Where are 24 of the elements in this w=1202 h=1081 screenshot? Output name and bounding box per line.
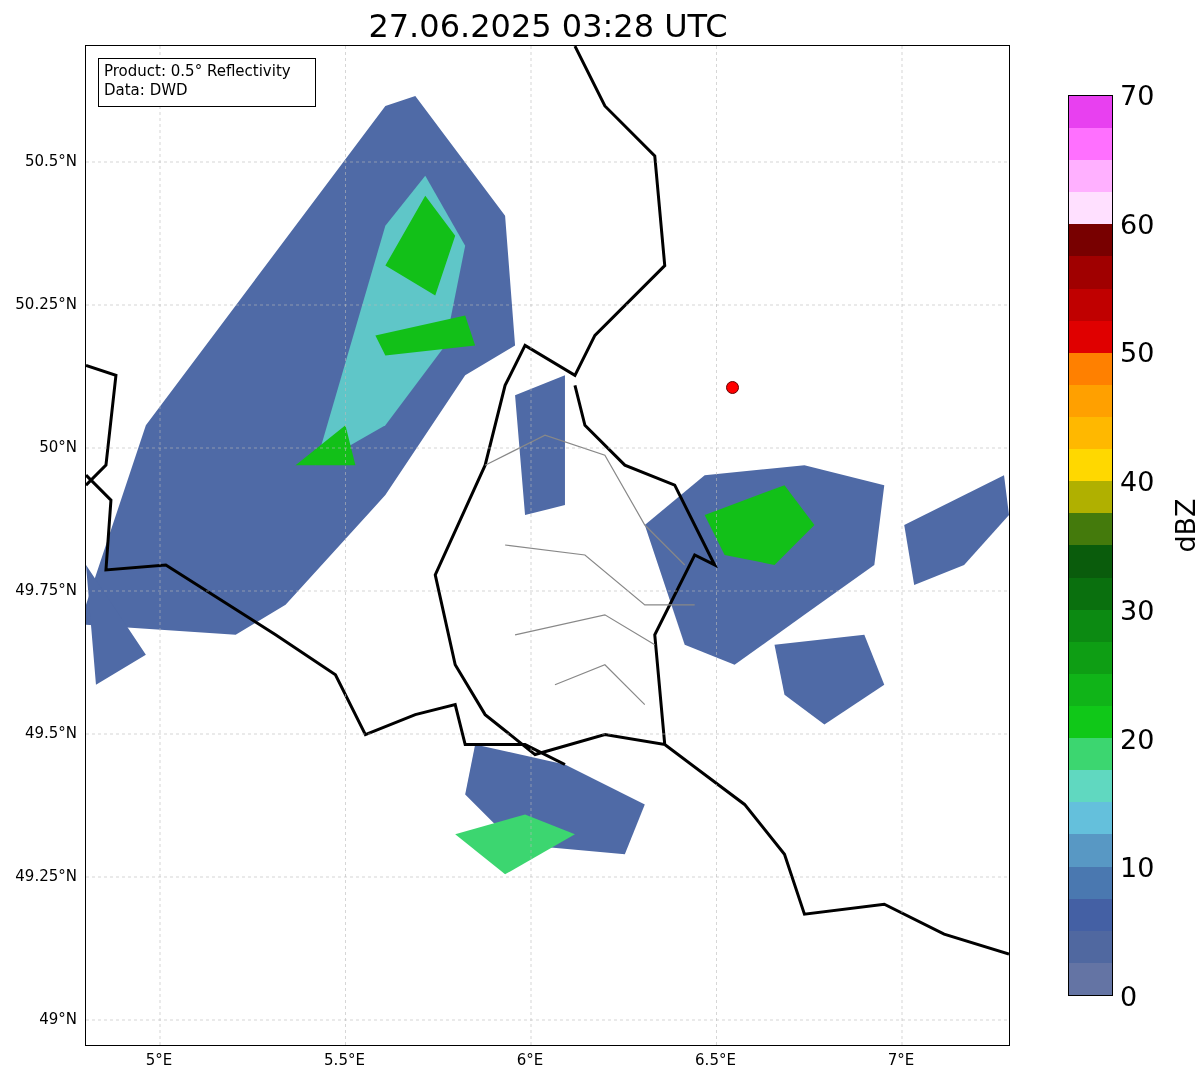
latitude-label: 50°N [39, 438, 77, 456]
scale-label: 70 [1120, 79, 1155, 111]
chart-title: 27.06.2025 03:28 UTC [368, 6, 728, 45]
longitude-label: 5°E [145, 1051, 173, 1069]
legend-text: Data: DWD [104, 81, 189, 100]
scale-label: 20 [1120, 723, 1155, 755]
latitude-label: 50.25°N [15, 295, 77, 313]
latitude-label: 49.75°N [15, 581, 77, 599]
latitude-label: 49°N [39, 1010, 77, 1028]
scale-label: 10 [1120, 851, 1155, 883]
scale-label: 30 [1120, 594, 1155, 626]
scale-label: 60 [1120, 208, 1155, 240]
longitude-label: 6.5°E [695, 1051, 736, 1069]
latitude-label: 49.5°N [24, 724, 77, 742]
scale-label: 40 [1120, 465, 1155, 497]
longitude-label: 6°E [516, 1051, 544, 1069]
unit-label: dBZ [1169, 498, 1201, 553]
scale-label: 0 [1120, 980, 1138, 1012]
scale-label: 50 [1120, 336, 1155, 368]
legend-text: Product: 0.5° Reflectivity [104, 62, 292, 81]
latitude-label: 50.5°N [24, 152, 77, 170]
longitude-label: 5.5°E [324, 1051, 365, 1069]
longitude-label: 7°E [887, 1051, 915, 1069]
latitude-label: 49.25°N [15, 867, 77, 885]
